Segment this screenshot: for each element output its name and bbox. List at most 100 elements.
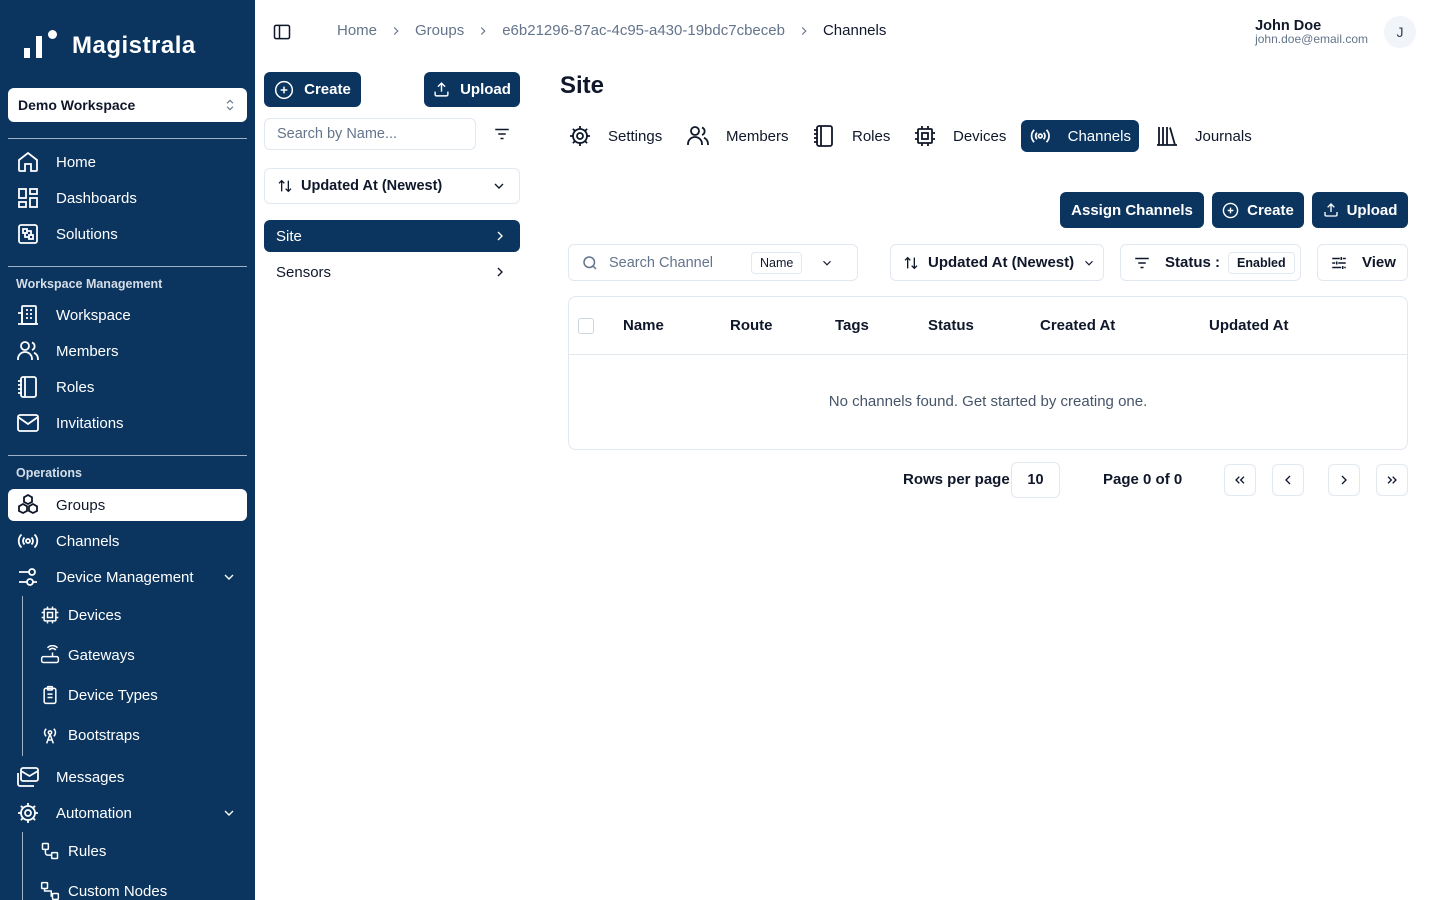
select-all-checkbox[interactable] [578, 318, 594, 334]
section-operations: Operations [16, 466, 82, 480]
tab-members[interactable]: Members [678, 120, 797, 152]
create-channel-button[interactable]: Create [1212, 192, 1304, 228]
chevrons-right-icon [1387, 476, 1397, 484]
app-logo[interactable]: Magistrala [22, 30, 196, 62]
custom-nodes-icon [40, 881, 60, 900]
search-icon [583, 255, 597, 270]
tab-settings-label: Settings [608, 127, 663, 145]
column-header-created-at[interactable]: Created At [1040, 317, 1115, 334]
users-icon [17, 341, 39, 360]
breadcrumb: Home Groups e6b21296-87ac-4c95-a430-19bd… [337, 22, 886, 39]
column-header-route[interactable]: Route [730, 317, 773, 334]
view-options-label: View [1362, 254, 1396, 271]
tab-devices-label: Devices [953, 127, 1007, 145]
router-icon [40, 645, 60, 664]
nav-workspace[interactable]: Workspace [8, 299, 247, 331]
create-group-button[interactable]: Create [264, 72, 361, 107]
workspace-select-value: Demo Workspace [18, 97, 136, 113]
breadcrumb-groups[interactable]: Groups [415, 22, 464, 39]
chevron-down-icon[interactable] [221, 805, 237, 821]
assign-channels-label: Assign Channels [1071, 201, 1193, 219]
nav-device-types-label: Device Types [68, 686, 158, 704]
next-page-button[interactable] [1328, 464, 1360, 496]
nav-invitations-label: Invitations [56, 414, 124, 432]
nav-messages[interactable]: Messages [8, 761, 247, 793]
upload-channel-button[interactable]: Upload [1312, 192, 1408, 228]
assign-channels-button[interactable]: Assign Channels [1060, 192, 1204, 228]
tab-settings[interactable]: Settings [560, 120, 670, 152]
clipboard-icon [43, 685, 57, 705]
group-sort-select[interactable]: Updated At (Newest) [264, 168, 520, 204]
nav-messages-label: Messages [56, 768, 125, 786]
channel-sort-select[interactable]: Updated At (Newest) [890, 244, 1104, 281]
channel-search-input[interactable]: Search Channel Name [568, 244, 858, 281]
tree-line [22, 832, 23, 900]
tab-devices[interactable]: Devices [905, 120, 1014, 152]
nav-device-management[interactable]: Device Management [8, 561, 247, 593]
group-search-input[interactable]: Search by Name... [264, 118, 476, 150]
nav-dashboards[interactable]: Dashboards [8, 182, 247, 214]
settings-icon [570, 126, 590, 146]
nav-home[interactable]: Home [8, 146, 247, 178]
workspace-select[interactable]: Demo Workspace [8, 88, 247, 122]
nav-workspace-label: Workspace [56, 306, 131, 324]
first-page-button[interactable] [1224, 464, 1256, 496]
column-header-name[interactable]: Name [623, 317, 664, 334]
rows-per-page-select[interactable]: 10 [1011, 462, 1060, 498]
column-header-status[interactable]: Status [928, 317, 974, 334]
last-page-button[interactable] [1376, 464, 1408, 496]
nav-devices[interactable]: Devices [34, 599, 247, 631]
chevron-right-icon [481, 26, 486, 35]
breadcrumb-group-id[interactable]: e6b21296-87ac-4c95-a430-19bdc7cbeceb [502, 22, 785, 39]
tab-roles-label: Roles [852, 127, 891, 145]
nav-gateways-label: Gateways [68, 646, 135, 664]
sidebar-toggle-icon[interactable] [272, 22, 292, 42]
tree-line [22, 596, 23, 756]
building-icon [18, 305, 38, 325]
prev-page-button[interactable] [1272, 464, 1304, 496]
breadcrumb-home[interactable]: Home [337, 22, 377, 39]
nav-automation[interactable]: Automation [8, 797, 247, 829]
nav-gateways[interactable]: Gateways [34, 639, 247, 671]
search-field-select[interactable]: Name [751, 251, 803, 274]
sidebar: Magistrala Demo Workspace Home Dashboard… [0, 0, 255, 900]
tab-roles[interactable]: Roles [804, 120, 898, 152]
avatar[interactable]: J [1384, 16, 1416, 48]
nav-channels-label: Channels [56, 532, 120, 550]
avatar-initial: J [1396, 24, 1404, 40]
column-header-updated-at[interactable]: Updated At [1209, 317, 1288, 334]
nav-custom-nodes[interactable]: Custom Nodes [34, 875, 247, 900]
nav-device-types[interactable]: Device Types [34, 679, 247, 711]
nav-solutions-label: Solutions [56, 225, 118, 243]
upload-icon [434, 82, 449, 97]
page-indicator: Page 0 of 0 [1103, 471, 1183, 488]
nav-bootstraps[interactable]: Bootstraps [34, 719, 247, 751]
tab-journals[interactable]: Journals [1147, 120, 1260, 152]
nav-solutions[interactable]: Solutions [8, 218, 247, 250]
upload-group-button[interactable]: Upload [424, 72, 520, 107]
nav-rules[interactable]: Rules [34, 835, 247, 867]
cpu-icon [41, 606, 59, 624]
nav-custom-nodes-label: Custom Nodes [68, 882, 168, 900]
section-workspace-management: Workspace Management [16, 277, 163, 291]
nav-invitations[interactable]: Invitations [8, 407, 247, 439]
chevron-right-icon [1341, 475, 1347, 485]
tab-journals-label: Journals [1195, 127, 1252, 145]
tab-channels[interactable]: Channels [1021, 120, 1139, 152]
upload-icon [1323, 203, 1338, 217]
column-header-tags[interactable]: Tags [835, 317, 869, 334]
divider [8, 266, 247, 267]
filter-icon[interactable] [493, 125, 511, 143]
nav-groups[interactable]: Groups [8, 489, 247, 521]
group-item-site[interactable]: Site [264, 220, 520, 252]
chevron-down-icon[interactable] [221, 569, 237, 585]
group-item-label: Sensors [276, 263, 332, 281]
groups-icon [18, 493, 38, 515]
nav-roles[interactable]: Roles [8, 371, 247, 403]
status-filter[interactable]: Status : Enabled [1120, 244, 1301, 281]
group-item-sensors[interactable]: Sensors [264, 256, 520, 288]
nav-channels[interactable]: Channels [8, 525, 247, 557]
chevron-down-icon[interactable] [820, 256, 834, 270]
nav-members[interactable]: Members [8, 335, 247, 367]
view-options-button[interactable]: View [1317, 244, 1408, 281]
